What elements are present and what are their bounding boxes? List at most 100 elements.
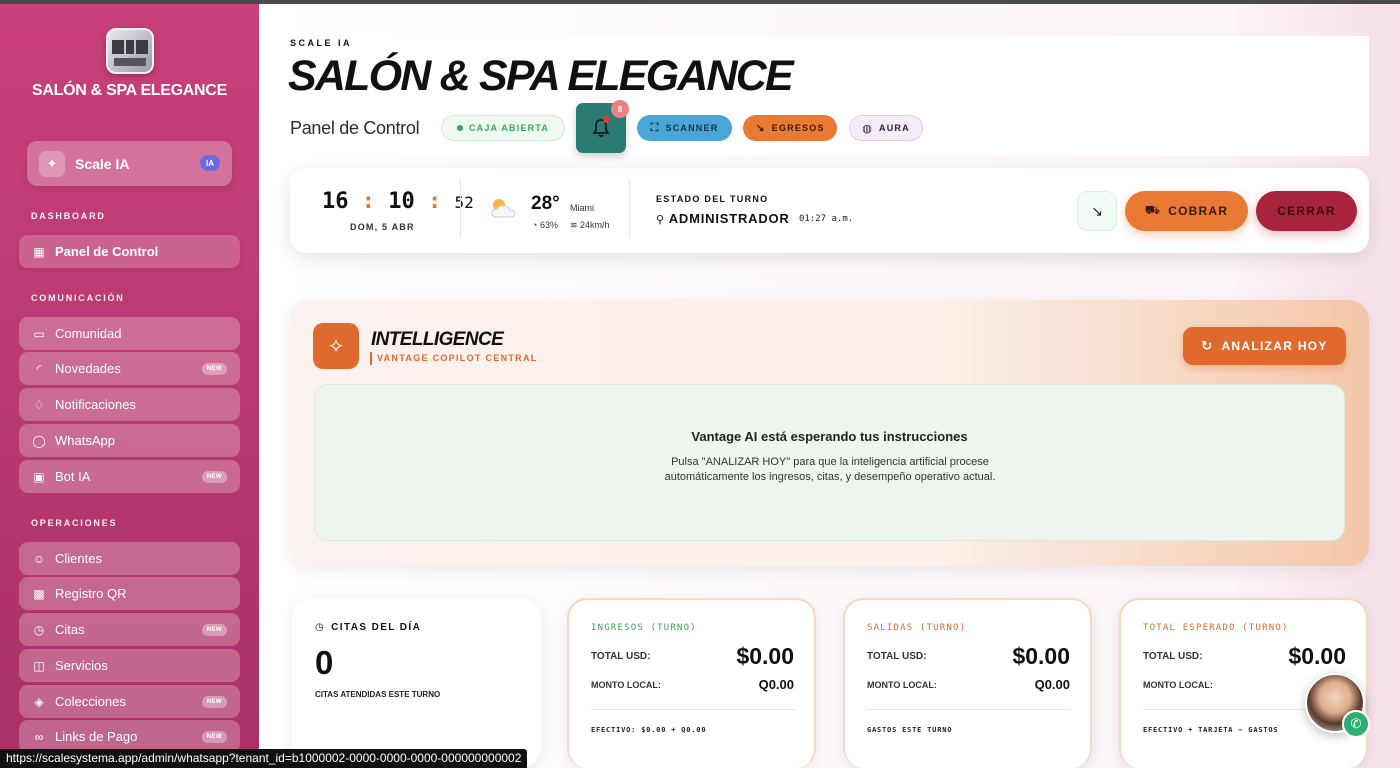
- shift-user: ⚲ ADMINISTRADOR: [656, 211, 790, 226]
- notification-count-badge: 8: [611, 100, 629, 118]
- ia-badge: IA: [200, 155, 220, 171]
- sidebar-item-label: Colecciones: [55, 694, 126, 709]
- sidebar-item-citas[interactable]: ◷ Citas NEW: [19, 613, 240, 646]
- citas-label: ◷ CITAS DEL DÍA: [315, 622, 421, 633]
- partly-cloudy-icon: [491, 199, 516, 218]
- palette-icon: ◍: [862, 122, 873, 135]
- new-badge: NEW: [201, 471, 227, 483]
- sidebar-item-label: WhatsApp: [55, 433, 115, 448]
- citas-value: 0: [315, 644, 334, 681]
- egresos-button[interactable]: ↘ EGRESOS: [743, 115, 837, 141]
- sidebar-item-registro-qr[interactable]: ▩ Registro QR: [19, 577, 240, 610]
- ingresos-header: INGRESOS (TURNO): [591, 623, 697, 633]
- date-label: DOM, 5 ABR: [350, 222, 415, 232]
- esperado-header: TOTAL ESPERADO (TURNO): [1143, 623, 1289, 633]
- sidebar-item-clientes[interactable]: ☺ Clientes: [19, 542, 240, 575]
- sidebar-item-novedades[interactable]: ◜ Novedades NEW: [19, 352, 240, 385]
- weather-city: Miami: [570, 203, 594, 213]
- cart-icon: ⛟: [1144, 203, 1162, 217]
- ai-waiting-text: Pulsa "ANALIZAR HOY" para que la intelig…: [664, 456, 996, 483]
- wind-value: 24km/h: [580, 220, 610, 230]
- link-icon: ∞: [34, 729, 44, 744]
- sparkle-icon: ✦: [39, 150, 65, 177]
- cobrar-button[interactable]: ⛟ COBRAR: [1125, 191, 1248, 231]
- cerrar-label: CERRAR: [1277, 204, 1336, 218]
- esperado-foot: EFECTIVO + TARJETA − GASTOS: [1143, 726, 1279, 734]
- analizar-hoy-button[interactable]: ↻ ANALIZAR HOY: [1183, 327, 1346, 365]
- temperature: 28°: [531, 193, 560, 214]
- esperado-usd: $0.00: [1288, 643, 1346, 669]
- shift-user-name: ADMINISTRADOR: [668, 211, 790, 226]
- salon-logo[interactable]: [106, 28, 154, 74]
- clock-minute: 10: [388, 189, 415, 214]
- sidebar-item-colecciones[interactable]: ◈ Colecciones NEW: [19, 685, 240, 718]
- humidity-value: 63%: [539, 220, 558, 230]
- sidebar-item-servicios[interactable]: ◫ Servicios: [19, 649, 240, 682]
- sidebar: SALÓN & SPA ELEGANCE ✦ Scale IA IA DASHB…: [0, 4, 259, 768]
- salidas-usd: $0.00: [1012, 643, 1070, 669]
- ingresos-foot: EFECTIVO: $0.00 + Q0.00: [591, 726, 707, 734]
- scale-ia-label: Scale IA: [75, 155, 130, 172]
- usd-label: TOTAL USD:: [1143, 651, 1203, 662]
- qr-icon: ▩: [33, 586, 45, 601]
- bot-icon: ▣: [33, 469, 45, 484]
- sidebar-item-label: Bot IA: [55, 469, 91, 484]
- status-dot-icon: [456, 125, 463, 131]
- sparkles-icon: ✧: [313, 323, 359, 369]
- refresh-icon: ↻: [1201, 338, 1214, 353]
- sidebar-item-label: Citas: [55, 622, 85, 637]
- sidebar-item-notificaciones[interactable]: ♢ Notificaciones: [19, 388, 240, 421]
- sidebar-item-label: Novedades: [55, 361, 121, 376]
- phone-call-icon[interactable]: ✆: [1342, 710, 1370, 738]
- aura-button[interactable]: ◍ AURA: [849, 115, 923, 141]
- ingresos-usd: $0.00: [736, 643, 794, 669]
- sidebar-item-comunidad[interactable]: ▭ Comunidad: [19, 317, 240, 350]
- sidebar-item-label: Links de Pago: [55, 729, 138, 744]
- layers-icon: ◈: [34, 694, 44, 709]
- cerrar-button[interactable]: CERRAR: [1256, 191, 1357, 231]
- clock-second: 52: [454, 193, 474, 212]
- new-badge: NEW: [201, 696, 227, 708]
- users-icon: ☺: [32, 551, 46, 566]
- sidebar-item-label: Registro QR: [55, 586, 127, 601]
- sidebar-item-bot-ia[interactable]: ▣ Bot IA NEW: [19, 460, 240, 493]
- intelligence-subtitle: VANTAGE COPILOT CENTRAL: [370, 352, 538, 365]
- new-badge: NEW: [201, 731, 227, 743]
- local-label: MONTO LOCAL:: [1143, 680, 1213, 690]
- usd-label: TOTAL USD:: [867, 651, 927, 662]
- divider: [867, 709, 1071, 710]
- section-dashboard: DASHBOARD: [31, 211, 106, 221]
- user-icon: ⚲: [656, 214, 669, 226]
- caja-abierta-chip[interactable]: CAJA ABIERTA: [441, 115, 565, 141]
- page-subtitle: Panel de Control: [290, 118, 420, 138]
- divider: [629, 180, 630, 238]
- brand-kicker: SCALE IA: [290, 38, 353, 48]
- local-label: MONTO LOCAL:: [591, 680, 661, 690]
- sidebar-brand: SALÓN & SPA ELEGANCE: [32, 82, 227, 99]
- scanner-button[interactable]: ⛶ SCANNER: [637, 115, 732, 141]
- sidebar-item-label: Panel de Control: [55, 244, 159, 259]
- chat-icon: ▭: [33, 326, 45, 341]
- salidas-local: Q0.00: [1034, 677, 1070, 692]
- link-status-url: https://scalesystema.app/admin/whatsapp?…: [0, 749, 528, 768]
- humidity-icon: ◔: [532, 220, 540, 230]
- caja-abierta-label: CAJA ABIERTA: [468, 123, 550, 133]
- humidity: ◔ 63%: [532, 220, 558, 230]
- scale-ia-button[interactable]: ✦ Scale IA IA: [27, 141, 232, 186]
- trend-down-icon: ↘: [755, 122, 766, 135]
- scanner-label: SCANNER: [665, 123, 719, 133]
- egresos-label: EGRESOS: [771, 123, 825, 133]
- rss-icon: ◜: [36, 361, 42, 376]
- new-badge: NEW: [201, 624, 227, 636]
- divider: [591, 709, 795, 710]
- sidebar-item-panel-de-control[interactable]: ▦ Panel de Control: [19, 235, 240, 268]
- section-comunicacion: COMUNICACIÓN: [31, 293, 125, 303]
- ingresos-local: Q0.00: [758, 677, 794, 692]
- citas-sub: CITAS ATENDIDAS ESTE TURNO: [315, 690, 441, 699]
- grid-icon: ▦: [33, 244, 45, 259]
- sidebar-item-label: Comunidad: [55, 326, 122, 341]
- sidebar-item-whatsapp[interactable]: ◯ WhatsApp: [19, 424, 240, 457]
- trend-button[interactable]: ↘: [1077, 191, 1117, 231]
- aura-label: AURA: [879, 123, 910, 133]
- section-operaciones: OPERACIONES: [31, 518, 118, 528]
